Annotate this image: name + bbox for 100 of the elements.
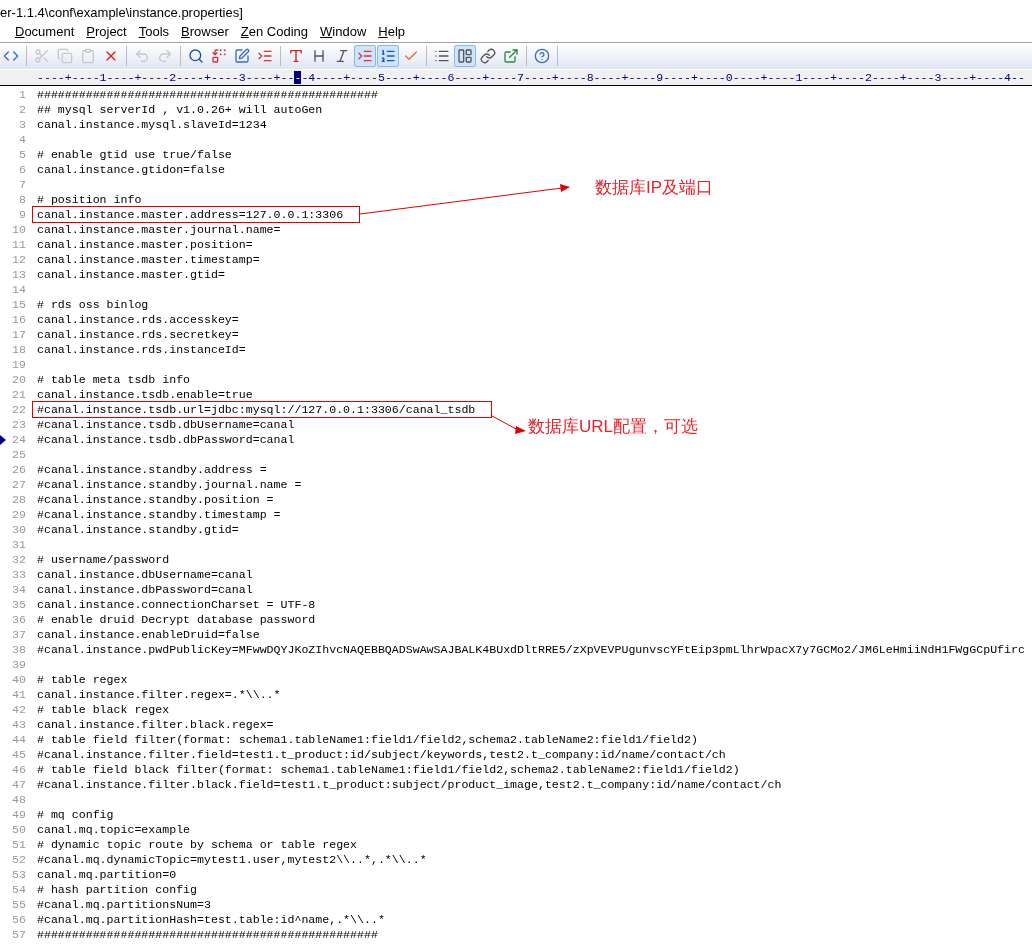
code-line: ################################################# <box>37 927 378 942</box>
line-number: 35 <box>11 597 26 612</box>
line-number: 33 <box>11 567 26 582</box>
code-line: canal.instance.master.position= <box>37 237 253 252</box>
line-number: 26 <box>11 462 26 477</box>
code-line: # enable gtid use true/false <box>37 147 232 162</box>
line-number: 45 <box>11 747 26 762</box>
line-number: 38 <box>11 642 26 657</box>
line-number: 27 <box>11 477 26 492</box>
line-number: 40 <box>11 672 26 687</box>
line-number: 21 <box>11 387 26 402</box>
code-line: canal.instance.rds.instanceId= <box>37 342 246 357</box>
code-line: canal.instance.gtidon=false <box>37 162 225 177</box>
code-line: canal.instance.master.timestamp= <box>37 252 260 267</box>
menu-item[interactable]: Browser <box>181 22 229 42</box>
line-number: 2 <box>18 102 26 117</box>
code-line: # table regex <box>37 672 128 687</box>
code-line: # position info <box>37 192 142 207</box>
line-number: 14 <box>11 282 26 297</box>
line-number: 42 <box>11 702 26 717</box>
column-ruler: ----+----1----+----2----+----3----+----4----+----5----+----6----+----7----+----8----+----9----+----0----+----1----+----2----+----3----+----4-- <box>0 70 1032 86</box>
line-number: 34 <box>11 582 26 597</box>
line-number: 23 <box>11 417 26 432</box>
line-number: 8 <box>18 192 26 207</box>
code-line: canal.instance.master.gtid= <box>37 267 225 282</box>
code-line: #canal.instance.standby.address = <box>37 462 267 477</box>
line-number: 15 <box>11 297 26 312</box>
code-line: canal.instance.master.address=127.0.0.1:3306 <box>37 207 344 222</box>
code-line: #canal.instance.standby.timestamp = <box>37 507 281 522</box>
code-line: #canal.mq.partitionHash=test.table:id^name,.*\\..* <box>37 912 385 927</box>
code-line: # table meta tsdb info <box>37 372 191 387</box>
menu-item[interactable]: Tools <box>138 22 170 42</box>
line-number: 25 <box>11 447 26 462</box>
code-line: #canal.instance.tsdb.url=jdbc:mysql://127.0.0.1:3306/canal_tsdb <box>37 402 476 417</box>
code-line: canal.instance.dbPassword=canal <box>37 582 253 597</box>
code-line: #canal.mq.partitionsNum=3 <box>37 897 211 912</box>
line-number: 16 <box>11 312 26 327</box>
line-number: 37 <box>11 627 26 642</box>
line-number: 7 <box>18 177 26 192</box>
annotation-label: 数据库IP及端口 <box>595 177 714 199</box>
code-line: canal.instance.filter.black.regex= <box>37 717 274 732</box>
line-number: 31 <box>11 537 26 552</box>
line-number: 47 <box>11 777 26 792</box>
line-number: 43 <box>11 717 26 732</box>
line-number: 11 <box>11 237 26 252</box>
line-number: 6 <box>18 162 26 177</box>
menu-item[interactable]: Window <box>320 22 367 42</box>
annotation-label: 数据库URL配置，可选 <box>528 416 698 438</box>
line-number: 28 <box>11 492 26 507</box>
menu-item[interactable]: Help <box>378 22 405 42</box>
line-number: 19 <box>11 357 26 372</box>
code-line: ################################################# <box>37 87 378 102</box>
line-number: 18 <box>11 342 26 357</box>
code-line: canal.instance.dbUsername=canal <box>37 567 253 582</box>
ruler-cursor: - <box>294 71 302 84</box>
code-line: # table field black filter(format: schema1.tableName1:field1/field2,schema2.tableName2:field1/field2) <box>37 762 740 777</box>
code-line: #canal.instance.standby.journal.name = <box>37 477 302 492</box>
code-line: # rds oss binlog <box>37 297 149 312</box>
code-line: canal.instance.rds.secretkey= <box>37 327 239 342</box>
line-number: 5 <box>18 147 26 162</box>
code-line: canal.instance.connectionCharset = UTF-8 <box>37 597 316 612</box>
line-number: 20 <box>11 372 26 387</box>
code-line: #canal.instance.tsdb.dbPassword=canal <box>37 432 295 447</box>
code-line: canal.instance.mysql.slaveId=1234 <box>37 117 267 132</box>
line-number: 13 <box>11 267 26 282</box>
code-line: # table black regex <box>37 702 170 717</box>
code-line: ## mysql serverId , v1.0.26+ will autoGen <box>37 102 323 117</box>
code-line: #canal.instance.standby.gtid= <box>37 522 239 537</box>
line-number: 55 <box>11 897 26 912</box>
code-line: # dynamic topic route by schema or table regex <box>37 837 358 852</box>
line-number: 17 <box>11 327 26 342</box>
line-number: 56 <box>11 912 26 927</box>
line-number: 48 <box>11 792 26 807</box>
line-number: 36 <box>11 612 26 627</box>
menu-item[interactable]: Zen Coding <box>240 22 308 42</box>
code-line: canal.instance.tsdb.enable=true <box>37 387 253 402</box>
line-number: 10 <box>11 222 26 237</box>
menu-item[interactable]: Document <box>15 22 75 42</box>
line-number: 53 <box>11 867 26 882</box>
line-number: 3 <box>18 117 26 132</box>
line-number: 52 <box>11 852 26 867</box>
line-number: 50 <box>11 822 26 837</box>
line-number: 1 <box>18 87 26 102</box>
line-number: 32 <box>11 552 26 567</box>
line-number: 51 <box>11 837 26 852</box>
line-number: 44 <box>11 732 26 747</box>
code-line: # enable druid Decrypt database password <box>37 612 316 627</box>
code-line: canal.mq.partition=0 <box>37 867 177 882</box>
code-line: canal.instance.rds.accesskey= <box>37 312 239 327</box>
line-number: 4 <box>18 132 26 147</box>
line-number: 24 <box>11 432 26 447</box>
code-line: canal.instance.master.journal.name= <box>37 222 281 237</box>
menu-item[interactable]: Project <box>86 22 127 42</box>
code-line: #canal.instance.filter.field=test1.t_product:id/subject/keywords,test2.t_company:id/name/contact/ch <box>37 747 726 762</box>
code-line: #canal.instance.tsdb.dbUsername=canal <box>37 417 295 432</box>
code-line: canal.mq.topic=example <box>37 822 191 837</box>
code-line: # mq config <box>37 807 114 822</box>
line-number: 12 <box>11 252 26 267</box>
line-number: 30 <box>11 522 26 537</box>
code-line: # table field filter(format: schema1.tableName1:field1/field2,schema2.tableName2:field1/field2) <box>37 732 698 747</box>
